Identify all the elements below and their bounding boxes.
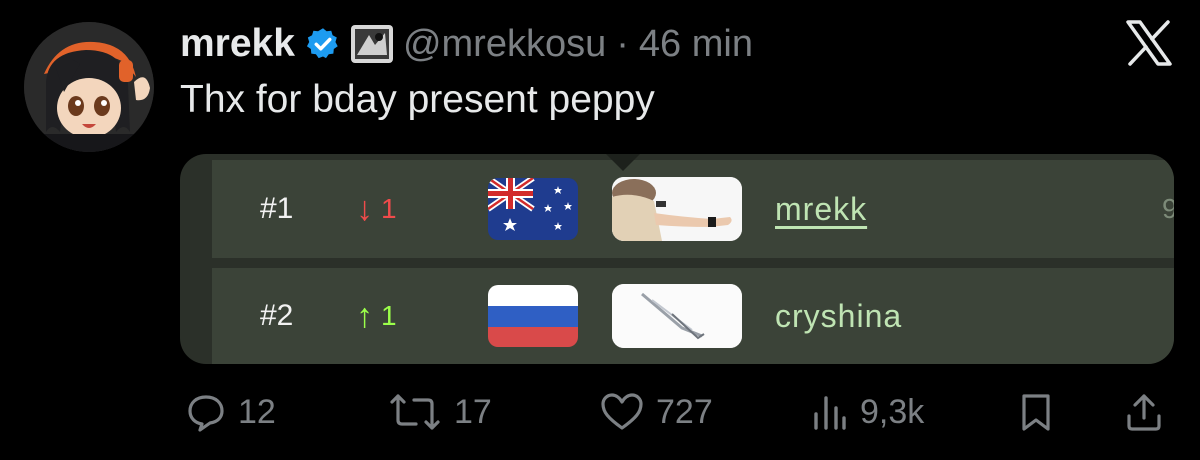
like-count: 727 xyxy=(656,392,713,431)
view-count: 9,3k xyxy=(860,392,925,431)
leaderboard-row: #2 ↑ 1 cryshina xyxy=(212,268,1174,364)
timestamp[interactable]: 46 min xyxy=(639,23,753,66)
tweet-text: Thx for bday present peppy xyxy=(180,78,655,121)
retweet-count: 17 xyxy=(454,392,492,431)
player-username[interactable]: cryshina xyxy=(775,298,902,335)
leaderboard-row: #1 ↓ 1 mrekk 9 xyxy=(212,160,1174,258)
affiliate-badge-icon[interactable] xyxy=(350,25,393,63)
x-logo-icon xyxy=(1124,18,1174,68)
avatar[interactable] xyxy=(24,22,154,152)
share-icon xyxy=(1124,392,1164,432)
tweet-actions: 12 17 727 9,3k xyxy=(0,380,1200,444)
leaderboard-image[interactable]: #1 ↓ 1 mrekk 9 #2 ↑ 1 cryshina xyxy=(180,154,1174,364)
retweet-button[interactable]: 17 xyxy=(388,380,492,444)
verified-badge-icon xyxy=(305,26,341,62)
rank-change: ↓ 1 xyxy=(356,190,397,229)
player-photo xyxy=(612,177,742,241)
tooltip-pointer xyxy=(606,154,640,171)
arrow-down-icon: ↓ xyxy=(356,189,373,228)
bookmark-button[interactable] xyxy=(1018,380,1054,444)
reply-icon xyxy=(186,392,226,432)
like-button[interactable]: 727 xyxy=(600,380,713,444)
reply-button[interactable]: 12 xyxy=(186,380,276,444)
rank-change-value: 1 xyxy=(381,300,397,331)
views-button[interactable]: 9,3k xyxy=(812,380,924,444)
player-username[interactable]: mrekk xyxy=(775,191,867,228)
russia-flag-icon xyxy=(488,285,578,347)
trailing-value: 9 xyxy=(1162,193,1174,224)
separator-dot: · xyxy=(616,22,629,65)
tweet-header: mrekk @mrekkosu · 46 min xyxy=(180,18,753,70)
heart-icon xyxy=(600,392,644,432)
rank-change-value: 1 xyxy=(381,193,397,224)
display-name[interactable]: mrekk xyxy=(180,22,295,66)
arrow-up-icon: ↑ xyxy=(356,296,373,335)
avatar-image xyxy=(24,22,154,152)
handle[interactable]: @mrekkosu xyxy=(403,23,606,66)
bookmark-icon xyxy=(1018,392,1054,432)
rank: #2 xyxy=(260,299,294,332)
views-icon xyxy=(812,392,848,432)
rank: #1 xyxy=(260,192,294,225)
rank-change: ↑ 1 xyxy=(356,297,397,336)
share-button[interactable] xyxy=(1124,380,1164,444)
australia-flag-icon xyxy=(488,178,578,240)
retweet-icon xyxy=(388,392,442,432)
player-photo xyxy=(612,284,742,348)
reply-count: 12 xyxy=(238,392,276,431)
